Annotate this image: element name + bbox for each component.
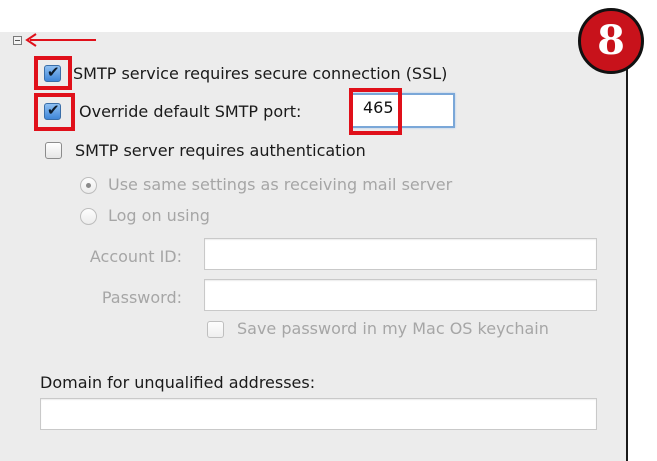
radio-same-settings[interactable] (80, 177, 97, 194)
auth-checkbox[interactable] (45, 142, 62, 159)
port-highlight (349, 88, 402, 135)
radio-log-on-using-label: Log on using (108, 206, 210, 225)
keychain-label: Save password in my Mac OS keychain (237, 319, 549, 338)
domain-input[interactable] (40, 398, 597, 430)
step-badge: 8 (578, 8, 644, 74)
radio-same-settings-label: Use same settings as receiving mail serv… (108, 175, 453, 194)
account-id-input[interactable] (204, 238, 597, 270)
override-port-highlight (34, 93, 75, 131)
red-arrow-icon (25, 33, 96, 47)
ssl-label: SMTP service requires secure connection … (73, 64, 448, 83)
collapse-toggle-icon[interactable] (13, 36, 22, 45)
keychain-checkbox[interactable] (207, 321, 224, 338)
radio-log-on-using[interactable] (80, 208, 97, 225)
domain-label: Domain for unqualified addresses: (40, 373, 316, 392)
ssl-highlight (34, 56, 72, 90)
account-id-label: Account ID: (89, 247, 182, 266)
auth-label: SMTP server requires authentication (75, 141, 366, 160)
password-input[interactable] (204, 279, 597, 311)
password-label: Password: (101, 288, 182, 307)
override-port-label: Override default SMTP port: (79, 102, 302, 121)
